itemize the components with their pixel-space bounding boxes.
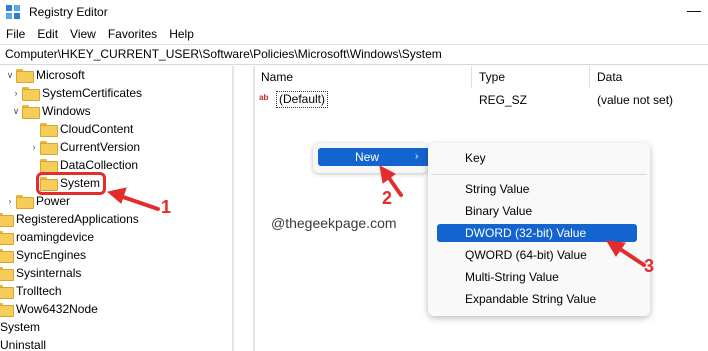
tree-item-registeredapplications[interactable]: RegisteredApplications <box>0 210 139 228</box>
tree-item-trolltech[interactable]: Trolltech <box>0 282 62 300</box>
tree-item-wow6432node[interactable]: Wow6432Node <box>0 300 98 318</box>
menu-bar: File Edit View Favorites Help <box>0 24 708 44</box>
menu-item-new[interactable]: New › <box>318 148 430 166</box>
tree-item-windows[interactable]: ∨ Windows <box>10 102 91 120</box>
menu-help[interactable]: Help <box>163 24 200 44</box>
minimize-icon[interactable]: — <box>686 3 702 19</box>
menu-favorites[interactable]: Favorites <box>102 24 163 44</box>
step-2-label: 2 <box>382 188 393 208</box>
tree-item-label: System <box>0 320 41 334</box>
registry-tree: ∨ Microsoft › SystemCertificates ∨ Windows … <box>0 66 253 351</box>
tree-item-label: Windows <box>42 104 91 118</box>
folder-icon <box>16 69 34 83</box>
window-title: Registry Editor <box>29 5 108 19</box>
folder-icon <box>0 213 14 227</box>
step-3-label: 3 <box>644 256 655 276</box>
chevron-right-icon[interactable]: › <box>28 138 40 156</box>
column-divider[interactable] <box>471 66 472 88</box>
tree-item-microsoft[interactable]: ∨ Microsoft <box>4 66 85 84</box>
chevron-down-icon[interactable]: ∨ <box>10 102 22 120</box>
folder-icon <box>0 285 14 299</box>
folder-icon <box>22 87 40 101</box>
tree-item-uninstall[interactable]: Uninstall <box>0 336 46 351</box>
value-data: (value not set) <box>597 93 674 107</box>
column-header-type[interactable]: Type <box>479 70 505 84</box>
step-1-label: 1 <box>161 197 172 217</box>
tree-item-sysinternals[interactable]: Sysinternals <box>0 264 81 282</box>
value-type: REG_SZ <box>479 93 528 107</box>
submenu-item-binary-value[interactable]: Binary Value <box>437 202 637 220</box>
folder-icon <box>22 105 40 119</box>
chevron-right-icon[interactable]: › <box>10 84 22 102</box>
folder-icon <box>40 141 58 155</box>
new-submenu: Key String Value Binary Value DWORD (32-… <box>428 143 650 316</box>
highlight-box <box>36 172 106 195</box>
chevron-right-icon: › <box>415 151 419 162</box>
folder-icon <box>40 159 58 173</box>
submenu-item-qword-value[interactable]: QWORD (64-bit) Value <box>437 246 637 264</box>
column-header-data[interactable]: Data <box>597 70 622 84</box>
tree-item-label: Uninstall <box>0 338 47 351</box>
tree-item-label: SyncEngines <box>16 248 87 262</box>
title-bar: Registry Editor — <box>0 0 708 24</box>
menu-file[interactable]: File <box>0 24 31 44</box>
context-menu: New › <box>313 143 430 173</box>
chevron-right-icon[interactable]: › <box>4 192 16 210</box>
column-header-name[interactable]: Name <box>261 70 293 84</box>
submenu-item-multi-string-value[interactable]: Multi-String Value <box>437 268 637 286</box>
tree-item-systemcertificates[interactable]: › SystemCertificates <box>10 84 142 102</box>
tree-item-currentversion[interactable]: › CurrentVersion <box>28 138 140 156</box>
menu-item-new-label: New <box>355 150 380 164</box>
tree-item-label: Trolltech <box>16 284 62 298</box>
submenu-item-key[interactable]: Key <box>437 149 637 167</box>
tree-item-label: SystemCertificates <box>42 86 143 100</box>
column-divider[interactable] <box>589 66 590 88</box>
tree-item-roamingdevice[interactable]: roamingdevice <box>0 228 94 246</box>
value-name-default[interactable]: (Default) <box>276 91 329 108</box>
submenu-item-string-value[interactable]: String Value <box>437 180 637 198</box>
tree-item-label: CloudContent <box>60 122 134 136</box>
tree-item-label: Microsoft <box>36 68 85 82</box>
regedit-icon <box>6 5 20 19</box>
tree-item-system-root[interactable]: System <box>0 318 40 336</box>
watermark: @thegeekpage.com <box>271 215 397 231</box>
tree-item-label: CurrentVersion <box>60 140 141 154</box>
tree-item-syncengines[interactable]: SyncEngines <box>0 246 86 264</box>
folder-icon <box>0 249 14 263</box>
tree-item-label: Wow6432Node <box>16 302 98 316</box>
folder-icon <box>0 303 14 317</box>
tree-item-label: Sysinternals <box>16 266 82 280</box>
menu-separator <box>431 174 647 175</box>
menu-view[interactable]: View <box>64 24 102 44</box>
submenu-item-expandable-string-value[interactable]: Expandable String Value <box>437 290 637 308</box>
tree-scrollbar[interactable] <box>232 66 234 351</box>
menu-edit[interactable]: Edit <box>31 24 64 44</box>
folder-icon <box>40 123 58 137</box>
folder-icon <box>0 231 14 245</box>
string-value-icon: ab <box>259 93 269 102</box>
address-bar[interactable]: Computer\HKEY_CURRENT_USER\Software\Poli… <box>0 44 708 65</box>
folder-icon <box>0 267 14 281</box>
folder-icon <box>16 195 34 209</box>
chevron-down-icon[interactable]: ∨ <box>4 66 16 84</box>
tree-item-label: roamingdevice <box>16 230 95 244</box>
tree-item-label: RegisteredApplications <box>16 212 139 226</box>
submenu-item-dword-value[interactable]: DWORD (32-bit) Value <box>437 224 637 242</box>
tree-item-cloudcontent[interactable]: CloudContent <box>28 120 133 138</box>
